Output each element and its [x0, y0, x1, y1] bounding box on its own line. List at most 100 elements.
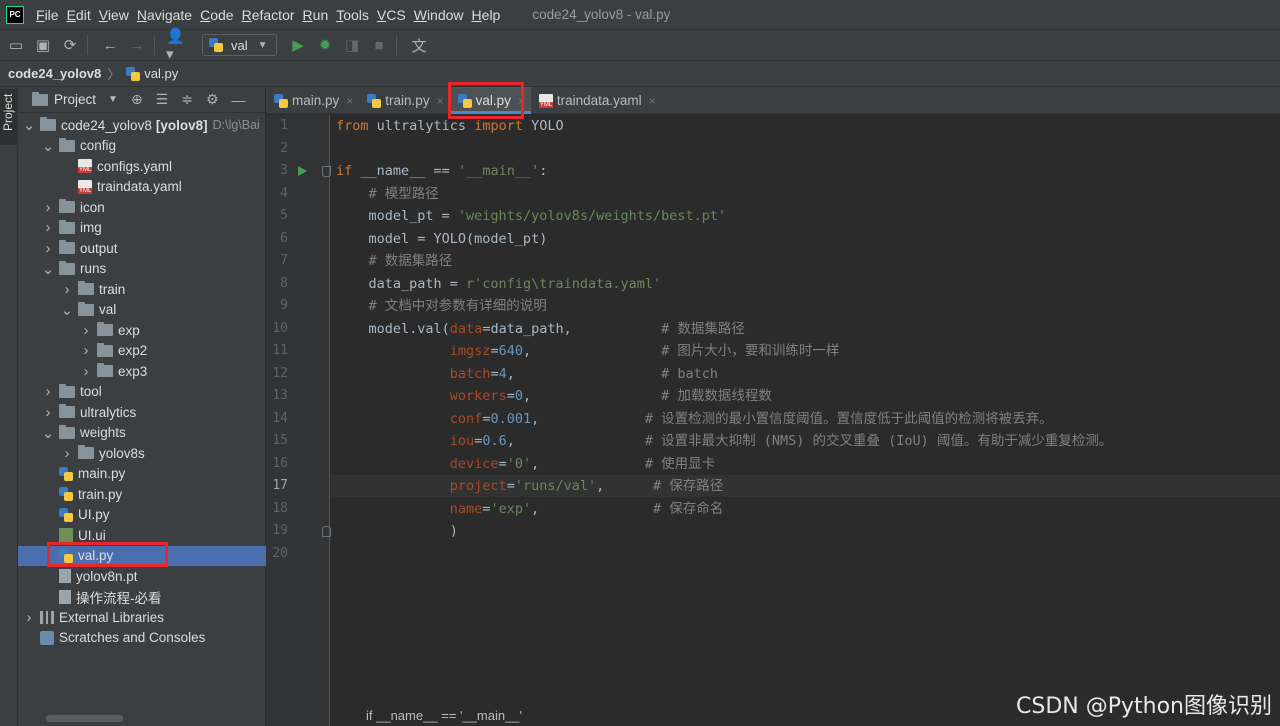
horizontal-scrollbar[interactable] — [46, 715, 123, 722]
chevron-right-icon[interactable]: › — [41, 383, 55, 400]
chevron-right-icon[interactable]: › — [22, 609, 36, 626]
menu-vcs[interactable]: VCS — [373, 7, 410, 23]
run-gutter-icon[interactable] — [298, 166, 307, 176]
close-icon[interactable]: × — [346, 94, 353, 108]
run-config-select[interactable]: val ▼ — [202, 34, 277, 56]
tree-item[interactable]: › icon — [18, 197, 266, 218]
user-icon[interactable]: 👤▾ — [166, 28, 188, 63]
collapse-all-icon[interactable]: ≑ — [181, 91, 193, 108]
fold-icon[interactable] — [322, 166, 331, 177]
chevron-down-icon[interactable]: ⌄ — [41, 260, 55, 278]
tab-main-py[interactable]: main.py × — [266, 87, 359, 114]
code-editor[interactable]: 1 2 3 4 5 6 7 8 9 10 11 12 13 14 15 16 17 18 19 20 if __nam… — [266, 115, 1280, 726]
left-tool-strip: Project — [0, 87, 18, 726]
minimize-icon[interactable]: — — [232, 92, 246, 108]
tree-item[interactable]: train.py — [18, 484, 266, 505]
menu-bar: PC File Edit View Navigate Code Refactor Run To… — [0, 0, 1280, 29]
breadcrumb-file[interactable]: val.py — [144, 66, 178, 81]
tree-item[interactable]: yolov8n.pt — [18, 566, 266, 587]
code-token: if — [336, 163, 353, 179]
tree-item[interactable]: Scratches and Consoles — [18, 628, 266, 649]
menu-window[interactable]: Window — [410, 7, 468, 23]
project-panel-title[interactable]: Project — [54, 92, 96, 107]
run-icon[interactable]: ▶ — [287, 34, 309, 56]
tab-train-py[interactable]: train.py × — [359, 87, 449, 114]
menu-run[interactable]: Run — [299, 7, 333, 23]
menu-file[interactable]: File — [32, 7, 63, 23]
translate-icon[interactable]: 文 — [408, 34, 430, 56]
tree-item[interactable]: › exp — [18, 320, 266, 341]
chevron-down-icon[interactable]: ⌄ — [22, 116, 36, 134]
coverage-icon[interactable]: ◨ — [341, 34, 363, 56]
code-token: model.val( — [336, 320, 450, 337]
breadcrumb-project[interactable]: code24_yolov8 — [8, 66, 101, 81]
tree-item[interactable]: › img — [18, 218, 266, 239]
tree-item[interactable]: traindata.yaml — [18, 177, 266, 198]
tree-item[interactable]: › yolov8s — [18, 443, 266, 464]
menu-code[interactable]: Code — [196, 7, 237, 23]
code-token: iou — [449, 433, 475, 449]
open-icon[interactable]: ▭ — [5, 34, 27, 56]
editor-footer-breadcrumb[interactable]: if __name__ == '__main__' — [366, 708, 522, 723]
chevron-down-icon[interactable]: ▼ — [108, 94, 118, 105]
chevron-down-icon[interactable]: ⌄ — [41, 424, 55, 442]
tree-item[interactable]: › train — [18, 279, 266, 300]
close-icon[interactable]: × — [649, 94, 656, 108]
menu-refactor[interactable]: Refactor — [238, 7, 299, 23]
locate-icon[interactable]: ⊕ — [131, 91, 143, 108]
menu-view[interactable]: View — [95, 7, 133, 23]
tree-item[interactable]: ⌄ config — [18, 136, 266, 157]
gear-icon[interactable]: ⚙ — [206, 91, 219, 108]
chevron-down-icon[interactable]: ⌄ — [60, 301, 74, 319]
menu-navigate[interactable]: Navigate — [133, 7, 196, 23]
folder-icon — [59, 199, 75, 214]
stop-icon[interactable]: ■ — [368, 34, 390, 56]
chevron-right-icon[interactable]: › — [41, 199, 55, 216]
forward-icon[interactable]: → — [126, 34, 148, 56]
save-icon[interactable]: ▣ — [32, 34, 54, 56]
tree-item[interactable]: ⌄ code24_yolov8 [yolov8] D:\lg\Bai — [18, 115, 266, 136]
tree-item[interactable]: 操作流程-必看 — [18, 587, 266, 608]
tree-item[interactable]: UI.py — [18, 505, 266, 526]
tree-item[interactable]: ⌄ val — [18, 300, 266, 321]
debug-icon[interactable]: ✹ — [314, 34, 336, 56]
close-icon[interactable]: × — [437, 94, 444, 108]
tree-item[interactable]: ⌄ weights — [18, 423, 266, 444]
tree-item[interactable]: configs.yaml — [18, 156, 266, 177]
tree-item[interactable]: main.py — [18, 464, 266, 485]
chevron-right-icon[interactable]: › — [60, 281, 74, 298]
main-toolbar: ▭ ▣ ⟳ ← → 👤▾ val ▼ ▶ ✹ ◨ ■ 文 — [0, 28, 1280, 63]
menu-tools[interactable]: Tools — [332, 7, 373, 23]
expand-all-icon[interactable]: ☰ — [156, 91, 169, 108]
back-icon[interactable]: ← — [99, 34, 121, 56]
chevron-right-icon[interactable]: › — [60, 445, 74, 462]
tree-item-label: UI.py — [78, 507, 110, 523]
code-line: # 数据集路径 — [336, 250, 453, 272]
tab-traindata-yaml[interactable]: traindata.yaml × — [531, 87, 662, 114]
chevron-right-icon[interactable]: › — [41, 404, 55, 421]
sync-icon[interactable]: ⟳ — [59, 34, 81, 56]
code-line: data_path = r'config\traindata.yaml' — [336, 273, 662, 295]
project-tool-tab[interactable]: Project — [0, 89, 17, 145]
tree-item[interactable]: ⌄ runs — [18, 259, 266, 280]
tree-item-label: train.py — [78, 486, 123, 502]
tree-item[interactable]: › tool — [18, 382, 266, 403]
code-token: YOLO — [522, 118, 564, 134]
tree-item[interactable]: › exp3 — [18, 361, 266, 382]
menu-edit[interactable]: Edit — [63, 7, 95, 23]
chevron-right-icon[interactable]: › — [41, 240, 55, 257]
code-token: r'config\traindata.yaml' — [466, 275, 662, 292]
chevron-right-icon[interactable]: › — [79, 363, 93, 380]
chevron-down-icon[interactable]: ⌄ — [41, 137, 55, 155]
fold-icon[interactable] — [322, 526, 331, 537]
tree-item[interactable]: › ultralytics — [18, 402, 266, 423]
chevron-right-icon[interactable]: › — [41, 219, 55, 236]
tree-item[interactable]: › output — [18, 238, 266, 259]
code-token: 640 — [498, 343, 523, 359]
menu-help[interactable]: Help — [468, 7, 505, 23]
tree-item[interactable]: › exp2 — [18, 341, 266, 362]
chevron-right-icon[interactable]: › — [79, 342, 93, 359]
tree-item[interactable]: › External Libraries — [18, 607, 266, 628]
chevron-right-icon[interactable]: › — [79, 322, 93, 339]
